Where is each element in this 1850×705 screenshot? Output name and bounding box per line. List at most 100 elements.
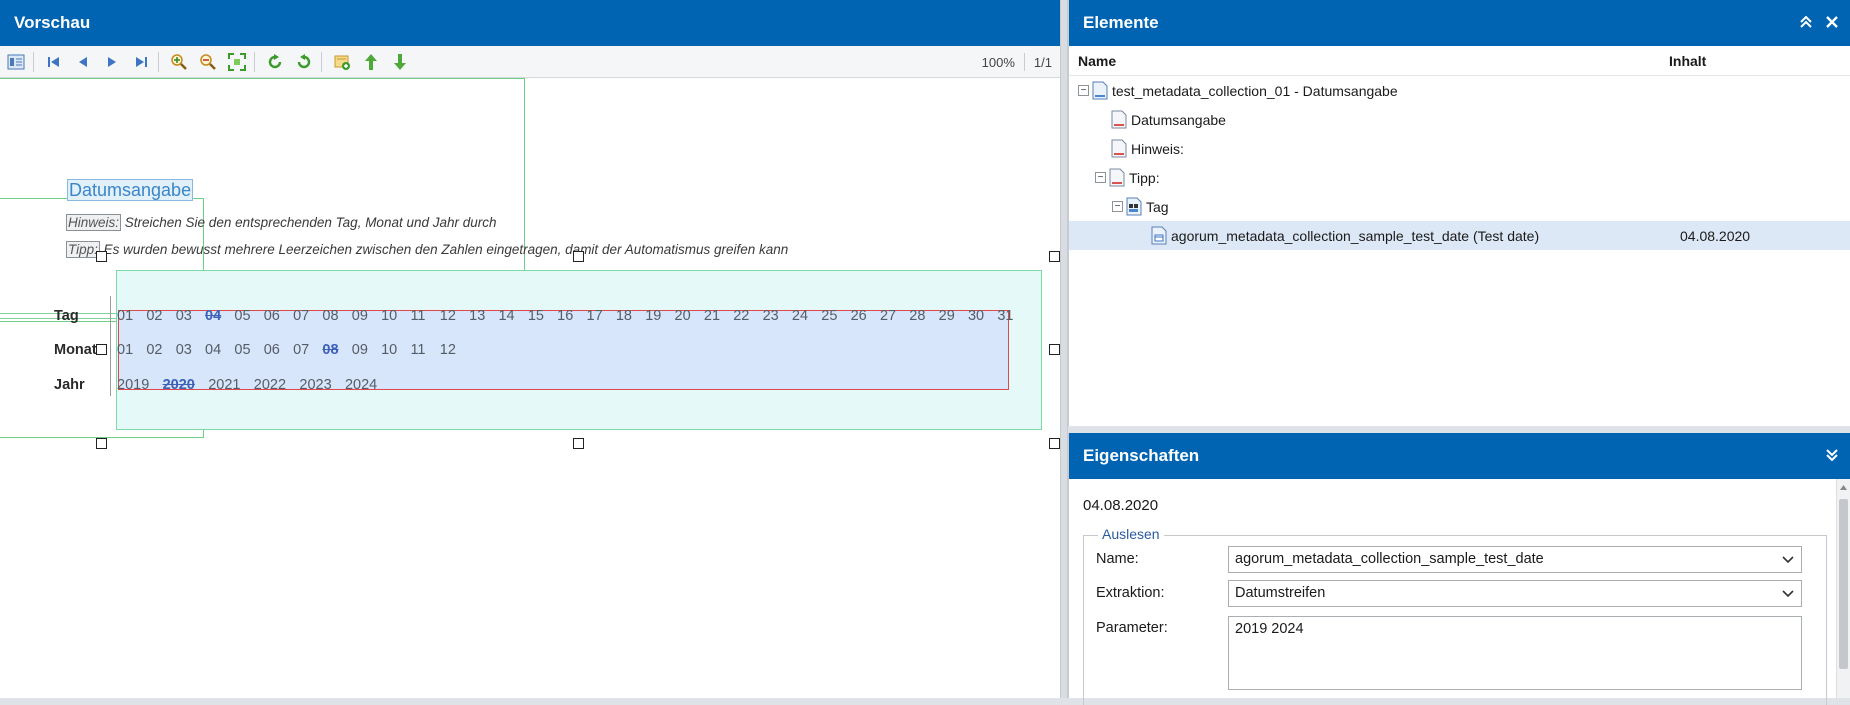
date-strip-value[interactable]: 2020	[163, 377, 209, 393]
date-strip-value[interactable]: 16	[557, 308, 586, 324]
parameter-textarea[interactable]: 2019 2024	[1228, 616, 1802, 690]
date-strip-value[interactable]: 09	[352, 308, 381, 324]
date-strip-value[interactable]: 26	[851, 308, 880, 324]
date-strip-value[interactable]: 18	[616, 308, 645, 324]
date-strip-value[interactable]: 08	[322, 342, 351, 358]
date-strip-value[interactable]: 10	[381, 308, 410, 324]
date-strip-value[interactable]: 15	[528, 308, 557, 324]
date-strip-value[interactable]: 19	[645, 308, 674, 324]
date-strip-value[interactable]: 14	[498, 308, 527, 324]
date-strip-value[interactable]: 07	[293, 308, 322, 324]
date-strip-value[interactable]: 24	[792, 308, 821, 324]
extraction-select[interactable]: Datumstreifen	[1228, 580, 1802, 607]
hint-label[interactable]: Hinweis:	[66, 214, 122, 231]
expand-icon[interactable]	[1826, 448, 1838, 465]
date-strip-value[interactable]: 2023	[299, 377, 345, 393]
collapse-toggle-icon[interactable]: −	[1095, 172, 1106, 183]
tree-item-tipp[interactable]: − Tipp:	[1069, 163, 1850, 192]
date-strip-value[interactable]: 11	[410, 308, 439, 324]
move-up-icon[interactable]	[358, 49, 384, 75]
date-strip-value[interactable]: 07	[293, 342, 322, 358]
date-strip-value[interactable]: 23	[763, 308, 792, 324]
last-page-icon[interactable]	[128, 49, 154, 75]
resize-handle-ne[interactable]	[1049, 251, 1060, 262]
date-strip-value[interactable]: 08	[322, 308, 351, 324]
resize-handle-e[interactable]	[1049, 344, 1060, 355]
date-strip-value[interactable]: 01	[117, 342, 146, 358]
date-strip-value[interactable]: 22	[733, 308, 762, 324]
rotate-right-icon[interactable]	[262, 49, 288, 75]
date-strip-value[interactable]: 11	[410, 342, 439, 358]
close-icon[interactable]	[1826, 15, 1838, 32]
column-content[interactable]: Inhalt	[1669, 53, 1706, 69]
date-strip-value[interactable]: 30	[968, 308, 997, 324]
date-strip-value[interactable]: 21	[704, 308, 733, 324]
element-tree: − test_metadata_collection_01 - Datumsan…	[1069, 76, 1850, 250]
tree-item-tag[interactable]: − Tag	[1069, 192, 1850, 221]
date-strip-value[interactable]: 02	[146, 308, 175, 324]
date-strip-value[interactable]: 05	[234, 308, 263, 324]
first-page-icon[interactable]	[41, 49, 67, 75]
date-strip-value[interactable]: 10	[381, 342, 410, 358]
date-strip-value[interactable]: 31	[997, 308, 1026, 324]
date-strip-value[interactable]: 27	[880, 308, 909, 324]
date-strip-value[interactable]: 03	[176, 308, 205, 324]
date-strip-value[interactable]: 2024	[345, 377, 391, 393]
date-strip-value[interactable]: 04	[205, 308, 234, 324]
date-strip-value[interactable]: 12	[440, 342, 469, 358]
zoom-out-icon[interactable]	[195, 49, 221, 75]
move-down-icon[interactable]	[387, 49, 413, 75]
date-strip-value[interactable]: 28	[909, 308, 938, 324]
horizontal-splitter[interactable]	[1068, 426, 1850, 433]
date-strip-value[interactable]: 20	[675, 308, 704, 324]
resize-handle-sw[interactable]	[96, 438, 107, 449]
scroll-thumb[interactable]	[1839, 499, 1848, 669]
doc-title[interactable]: Datumsangabe	[67, 179, 194, 201]
scroll-up-icon[interactable]	[1839, 483, 1848, 491]
tree-item-test-date[interactable]: agorum_metadata_collection_sample_test_d…	[1069, 221, 1850, 250]
resize-handle-nw[interactable]	[96, 251, 107, 262]
date-strip-value[interactable]: 09	[352, 342, 381, 358]
resize-handle-s[interactable]	[573, 438, 584, 449]
name-select[interactable]: agorum_metadata_collection_sample_test_d…	[1228, 546, 1802, 573]
collapse-icon[interactable]	[1800, 15, 1812, 32]
chevron-down-icon[interactable]	[1781, 551, 1795, 567]
tree-item-hinweis[interactable]: Hinweis:	[1069, 134, 1850, 163]
zoom-in-icon[interactable]	[166, 49, 192, 75]
toggle-view-icon[interactable]	[3, 49, 29, 75]
date-strip-value[interactable]: 02	[146, 342, 175, 358]
rotate-left-icon[interactable]	[291, 49, 317, 75]
date-strip-value[interactable]: 12	[440, 308, 469, 324]
previous-page-icon[interactable]	[70, 49, 96, 75]
date-strip-value[interactable]: 17	[587, 308, 616, 324]
date-strip-value[interactable]: 13	[469, 308, 498, 324]
next-page-icon[interactable]	[99, 49, 125, 75]
date-strip-value[interactable]: 2021	[208, 377, 254, 393]
date-strip-value[interactable]: 03	[176, 342, 205, 358]
resize-handle-se[interactable]	[1049, 438, 1060, 449]
date-strip-value[interactable]: 01	[117, 308, 146, 324]
fit-to-page-icon[interactable]	[224, 49, 250, 75]
date-strip-value[interactable]: 2022	[254, 377, 300, 393]
vertical-splitter[interactable]	[1060, 0, 1068, 698]
zoom-level[interactable]: 100%	[982, 55, 1015, 70]
date-strip-value[interactable]: 25	[821, 308, 850, 324]
date-strip-value[interactable]: 04	[205, 342, 234, 358]
tip-label[interactable]: Tipp:	[66, 241, 100, 258]
resize-handle-w[interactable]	[96, 344, 107, 355]
chevron-down-icon[interactable]	[1781, 585, 1795, 601]
resize-handle-n[interactable]	[573, 251, 584, 262]
date-strip-value[interactable]: 06	[264, 342, 293, 358]
date-strip-value[interactable]: 05	[234, 342, 263, 358]
tree-item-root[interactable]: − test_metadata_collection_01 - Datumsan…	[1069, 76, 1850, 105]
collapse-toggle-icon[interactable]: −	[1112, 201, 1123, 212]
properties-scrollbar[interactable]	[1836, 479, 1850, 698]
collapse-toggle-icon[interactable]: −	[1078, 85, 1089, 96]
column-name[interactable]: Name	[1078, 53, 1116, 69]
date-strip-value[interactable]: 2019	[117, 377, 163, 393]
add-note-icon[interactable]	[329, 49, 355, 75]
date-strip-value[interactable]: 06	[264, 308, 293, 324]
document-canvas[interactable]: Datumsangabe Hinweis: Streichen Sie den …	[0, 78, 1060, 698]
tree-item-datumsangabe[interactable]: Datumsangabe	[1069, 105, 1850, 134]
date-strip-value[interactable]: 29	[939, 308, 968, 324]
